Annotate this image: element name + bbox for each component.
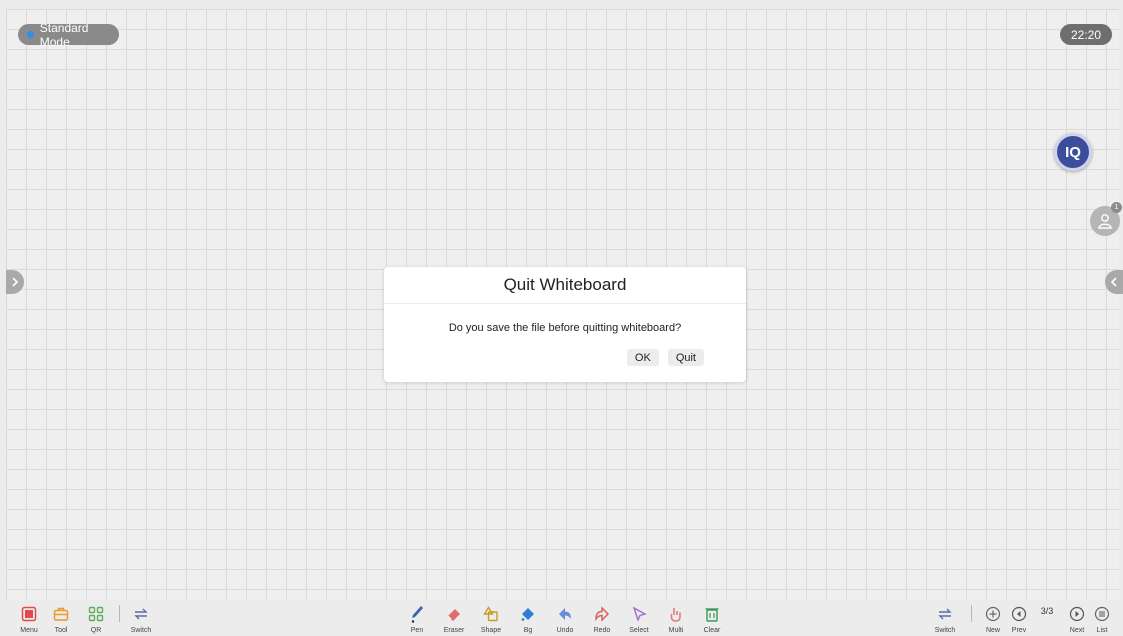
menu-icon (19, 604, 39, 624)
toolbar-multi-button[interactable]: Multi (656, 604, 696, 634)
ok-button[interactable]: OK (626, 349, 659, 366)
toolbar-select-button[interactable]: Select (619, 604, 659, 634)
toolbar-right-switch-button[interactable]: Switch (925, 604, 965, 634)
toolbar-divider (119, 605, 120, 622)
expand-right-panel-button[interactable] (1105, 270, 1123, 294)
toolbar-tool-button[interactable]: Tool (41, 604, 81, 634)
list-icon (1092, 604, 1112, 624)
chevron-right-icon (12, 277, 19, 287)
toolbar-multi-label: Multi (668, 627, 684, 634)
clock: 22:20 (1060, 24, 1112, 45)
toolbar-eraser-button[interactable]: Eraser (434, 604, 474, 634)
prev-page-icon (1009, 604, 1029, 624)
eraser-icon (444, 604, 464, 624)
toolbar-switch-button[interactable]: Switch (121, 604, 161, 634)
pen-icon (407, 604, 427, 624)
quit-dialog: Quit Whiteboard Do you save the file bef… (384, 267, 746, 382)
toolbar-right-divider (971, 605, 972, 622)
toolbar-clear-label: Clear (703, 627, 721, 634)
toolbar-switch-label: Switch (130, 627, 152, 634)
chevron-left-icon (1110, 277, 1117, 287)
dialog-actions: OK Quit (626, 349, 704, 366)
toolbar-bg-label: Bg (523, 627, 533, 634)
user-count-badge: 1 (1111, 202, 1122, 213)
toolbar-prev-button[interactable]: Prev (999, 604, 1039, 634)
mode-status-dot (27, 31, 34, 38)
toolbar-eraser-label: Eraser (443, 627, 465, 634)
toolbar-qr-button[interactable]: QR (76, 604, 116, 634)
toolbar-shape-label: Shape (480, 627, 502, 634)
dialog-message: Do you save the file before quitting whi… (448, 322, 682, 334)
iq-logo-label: IQ (1065, 143, 1081, 161)
multi-touch-icon (666, 604, 686, 624)
toolbar-undo-label: Undo (556, 627, 574, 634)
toolbar-pen-button[interactable]: Pen (397, 604, 437, 634)
qr-grid-icon (86, 604, 106, 624)
redo-icon (592, 604, 612, 624)
paint-bucket-icon (518, 604, 538, 624)
shape-icon (481, 604, 501, 624)
toolbar-undo-button[interactable]: Undo (545, 604, 585, 634)
trash-icon (702, 604, 722, 624)
toolbar-redo-label: Redo (593, 627, 611, 634)
mode-indicator[interactable]: Standard Mode (18, 21, 119, 49)
switch-icon (935, 604, 955, 624)
switch-icon (131, 604, 151, 624)
mode-label: Standard Mode (39, 20, 89, 49)
toolbar-redo-button[interactable]: Redo (582, 604, 622, 634)
toolbar-list-button[interactable]: List (1082, 604, 1122, 634)
toolbar-select-label: Select (629, 627, 649, 634)
user-button[interactable]: 1 (1090, 202, 1122, 236)
toolbar-shape-button[interactable]: Shape (471, 604, 511, 634)
user-icon (1098, 214, 1112, 229)
undo-icon (555, 604, 575, 624)
toolbar-pen-label: Pen (410, 627, 424, 634)
toolbar-new-label: New (985, 627, 1000, 634)
select-arrow-icon (629, 604, 649, 624)
toolbar-list-label: List (1096, 627, 1108, 634)
dialog-title: Quit Whiteboard (384, 267, 746, 304)
toolbar-menu-label: Menu (20, 627, 38, 634)
iq-assistant-button[interactable]: IQ (1054, 133, 1092, 171)
toolbox-icon (51, 604, 71, 624)
toolbar-bg-button[interactable]: Bg (508, 604, 548, 634)
toolbar-clear-button[interactable]: Clear (692, 604, 732, 634)
toolbar-right-switch-label: Switch (934, 627, 956, 634)
toolbar-qr-label: QR (90, 627, 102, 634)
toolbar-prev-label: Prev (1011, 627, 1027, 634)
quit-button[interactable]: Quit (667, 349, 704, 366)
toolbar-tool-label: Tool (54, 627, 68, 634)
